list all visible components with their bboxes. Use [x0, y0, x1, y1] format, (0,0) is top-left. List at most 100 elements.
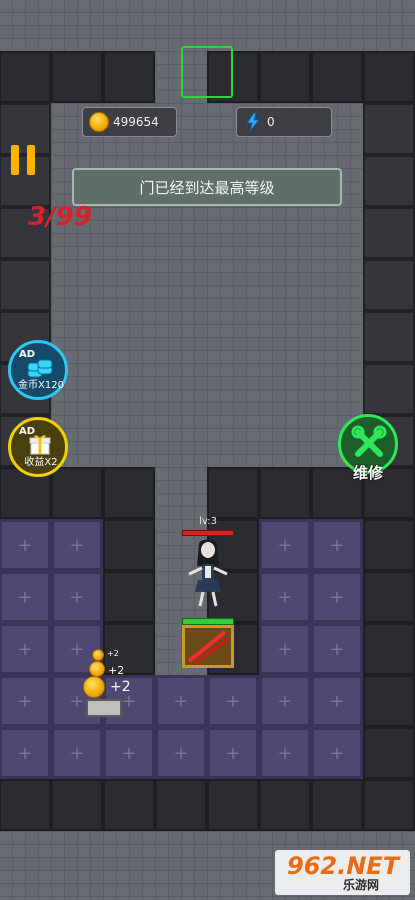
board-tile [363, 311, 415, 363]
build-slot[interactable] [259, 675, 311, 727]
board-tile [103, 0, 155, 51]
build-slot[interactable] [207, 675, 259, 727]
board-tile [103, 571, 155, 623]
level-progress: 3/99 [28, 202, 92, 232]
board-tile [0, 779, 51, 831]
board-tile [363, 51, 415, 103]
board-tile [259, 467, 311, 519]
wrench-icon [351, 425, 387, 457]
board-tile [207, 415, 259, 467]
board-tile [259, 259, 311, 311]
notification-banner: 门已经到达最高等级 [72, 168, 342, 206]
door-health-bar [182, 618, 234, 625]
board-tile [363, 207, 415, 259]
board-tile [103, 415, 155, 467]
board-tile [155, 831, 207, 883]
board-tile [51, 831, 103, 883]
door[interactable] [182, 618, 234, 668]
board-tile [103, 259, 155, 311]
board-tile [311, 363, 363, 415]
board-tile [363, 0, 415, 51]
board-tile [103, 363, 155, 415]
build-slot[interactable] [311, 727, 363, 779]
board-tile [363, 259, 415, 311]
board-tile [103, 519, 155, 571]
board-tile [103, 311, 155, 363]
board-tile [155, 259, 207, 311]
board-tile [103, 779, 155, 831]
board-tile [155, 311, 207, 363]
board-tile [363, 675, 415, 727]
income-ad-button[interactable]: AD 收益X2 [8, 417, 68, 477]
coin-generator[interactable]: +2 +2 +2 [80, 645, 136, 720]
build-slot[interactable] [51, 519, 103, 571]
board-tile [363, 623, 415, 675]
build-slot[interactable] [0, 571, 51, 623]
board-tile [155, 883, 207, 900]
board-tile [155, 363, 207, 415]
coins-ad-button[interactable]: AD 金币X120 [8, 340, 68, 400]
build-slot[interactable] [155, 727, 207, 779]
coins-ad-caption: 金币X120 [18, 380, 64, 391]
lightning-icon [246, 112, 261, 132]
board-tile [207, 467, 259, 519]
board-tile [363, 103, 415, 155]
generator-machine [86, 699, 122, 717]
board-tile [155, 467, 207, 519]
build-slot[interactable] [0, 675, 51, 727]
build-slot[interactable] [51, 727, 103, 779]
board-tile [103, 467, 155, 519]
income-ad-caption: 收益X2 [24, 457, 58, 468]
build-slot[interactable] [0, 519, 51, 571]
board-tile [0, 883, 51, 900]
build-slot[interactable] [51, 571, 103, 623]
ghost-girl-character[interactable] [185, 538, 231, 608]
board-tile [259, 415, 311, 467]
build-slot[interactable] [311, 675, 363, 727]
board-tile [207, 883, 259, 900]
build-slot[interactable] [259, 623, 311, 675]
build-slot[interactable] [0, 623, 51, 675]
build-slot[interactable] [0, 727, 51, 779]
door-crack-icon [187, 630, 230, 665]
board-tile [155, 0, 207, 51]
board-tile [51, 51, 103, 103]
build-slot[interactable] [311, 571, 363, 623]
energy-amount: 0 [267, 115, 275, 129]
build-slot[interactable] [103, 727, 155, 779]
board-tile [207, 779, 259, 831]
board-tile [363, 363, 415, 415]
board-tile [207, 259, 259, 311]
board-tile [51, 259, 103, 311]
board-tile [363, 571, 415, 623]
build-slot[interactable] [311, 519, 363, 571]
game-screen: 499654 0 门已经到达最高等级 3/99 AD 金币X120 AD [0, 0, 415, 900]
watermark-site: 乐游网 [343, 878, 380, 892]
build-slot[interactable] [259, 571, 311, 623]
board-tile [311, 51, 363, 103]
energy-counter: 0 [236, 107, 332, 137]
board-tile [311, 207, 363, 259]
board-tile [51, 0, 103, 51]
board-tile [207, 311, 259, 363]
selected-tile[interactable] [181, 46, 233, 98]
board-tile [311, 779, 363, 831]
board-tile [259, 779, 311, 831]
build-slot[interactable] [259, 727, 311, 779]
pause-button[interactable] [11, 145, 37, 175]
board-tile [51, 467, 103, 519]
build-slot[interactable] [259, 519, 311, 571]
character-health-bar [182, 530, 234, 536]
board-tile [51, 779, 103, 831]
build-slot[interactable] [207, 727, 259, 779]
build-slot[interactable] [311, 623, 363, 675]
board-tile [311, 0, 363, 51]
board-tile [0, 259, 51, 311]
board-tile [51, 883, 103, 900]
board-tile [0, 51, 51, 103]
board-tile [259, 51, 311, 103]
board-tile [155, 207, 207, 259]
board-tile [103, 51, 155, 103]
board-tile [103, 831, 155, 883]
build-slot[interactable] [155, 675, 207, 727]
